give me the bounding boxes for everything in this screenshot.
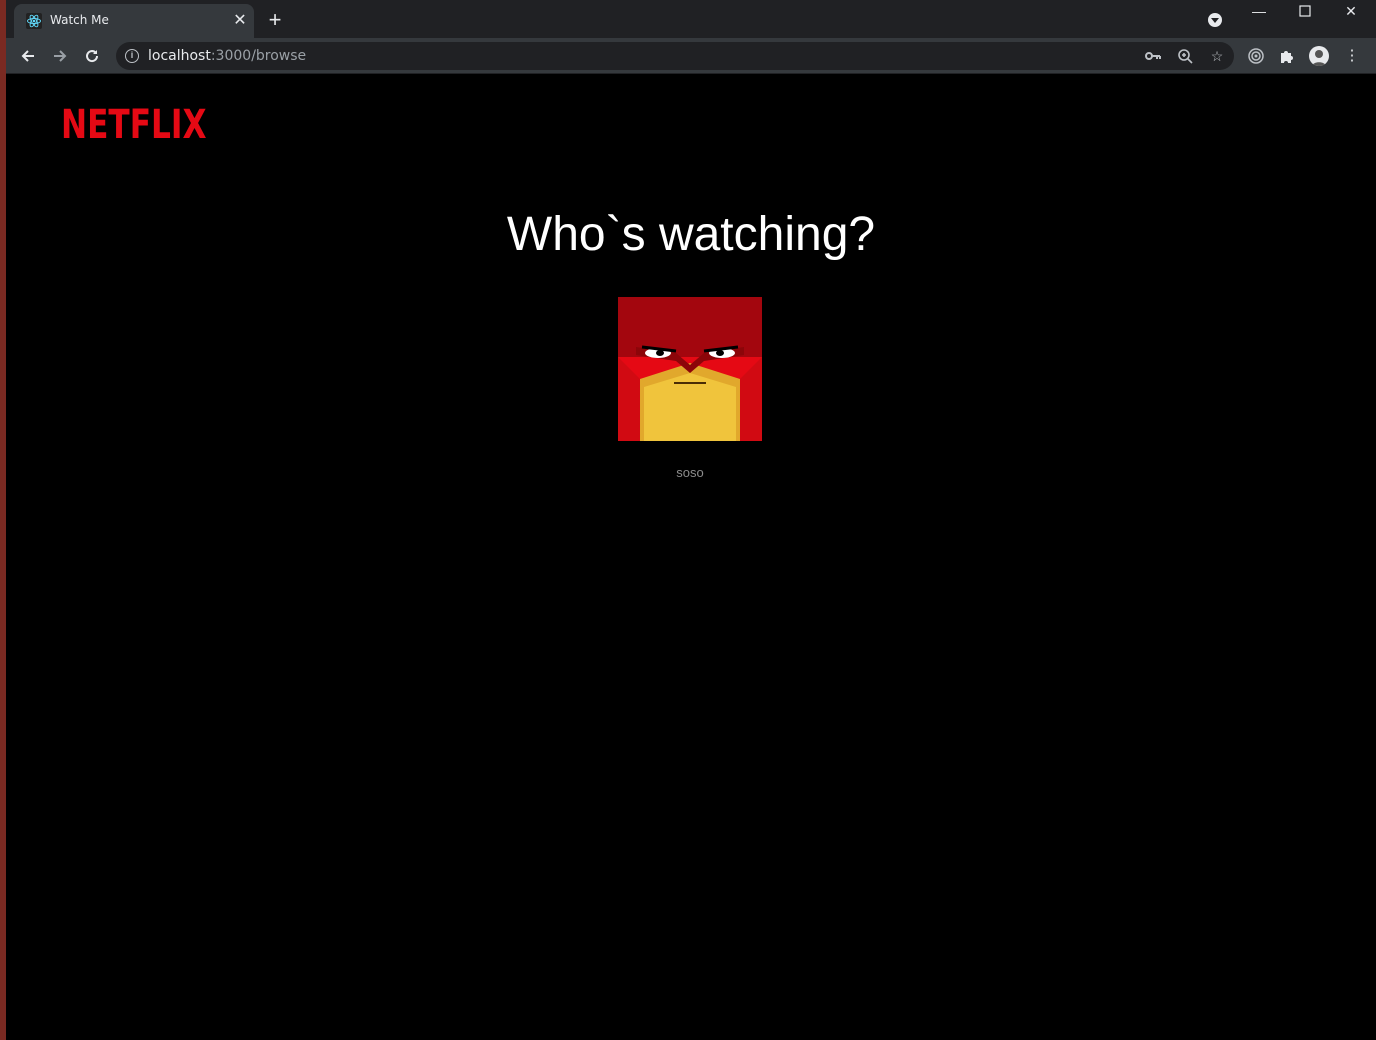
minimize-button[interactable]: —: [1236, 0, 1282, 30]
tab-strip: Watch Me ✕ + — ✕: [6, 0, 1376, 38]
bookmark-star-icon[interactable]: ☆: [1208, 47, 1226, 65]
url-host: localhost: [148, 48, 211, 64]
browse-page: NETFLIX Who`s watching? soso: [6, 75, 1376, 1040]
url-path: :3000/browse: [210, 48, 307, 64]
forward-button[interactable]: [47, 43, 73, 69]
profile-name[interactable]: soso: [618, 465, 762, 480]
close-window-button[interactable]: ✕: [1328, 0, 1374, 30]
site-info-icon[interactable]: i: [125, 49, 139, 63]
browser-window: Watch Me ✕ + — ✕ i localhost:3000/browse: [6, 0, 1376, 1040]
forward-arrow-icon: [54, 50, 67, 62]
page-title: Who`s watching?: [506, 208, 876, 261]
close-tab-icon[interactable]: ✕: [230, 11, 250, 31]
profile-card[interactable]: soso: [618, 297, 762, 480]
address-bar[interactable]: i localhost:3000/browse ☆: [116, 42, 1234, 70]
zoom-icon[interactable]: [1176, 47, 1194, 65]
new-tab-button[interactable]: +: [264, 9, 286, 31]
reload-icon: [86, 50, 99, 63]
reload-button[interactable]: [79, 43, 105, 69]
react-icon: [26, 13, 42, 29]
back-arrow-icon: [21, 50, 34, 62]
url-text[interactable]: localhost:3000/browse: [148, 48, 306, 64]
tab-title: Watch Me: [50, 13, 109, 27]
tab-search-icon[interactable]: [1208, 13, 1222, 27]
tab-watch-me[interactable]: Watch Me ✕: [14, 4, 254, 38]
key-icon[interactable]: [1144, 47, 1162, 65]
menu-kebab-icon[interactable]: ⋮: [1342, 46, 1362, 66]
maximize-icon: [1299, 5, 1311, 17]
maximize-button[interactable]: [1282, 0, 1328, 30]
browser-profile-avatar[interactable]: [1309, 46, 1329, 66]
extensions-puzzle-icon[interactable]: [1277, 46, 1297, 66]
toolbar: i localhost:3000/browse ☆ ⋮: [6, 38, 1376, 74]
extension-target-icon[interactable]: [1246, 46, 1266, 66]
netflix-logo[interactable]: NETFLIX: [61, 105, 207, 145]
profile-avatar[interactable]: [618, 297, 762, 441]
back-button[interactable]: [15, 43, 41, 69]
